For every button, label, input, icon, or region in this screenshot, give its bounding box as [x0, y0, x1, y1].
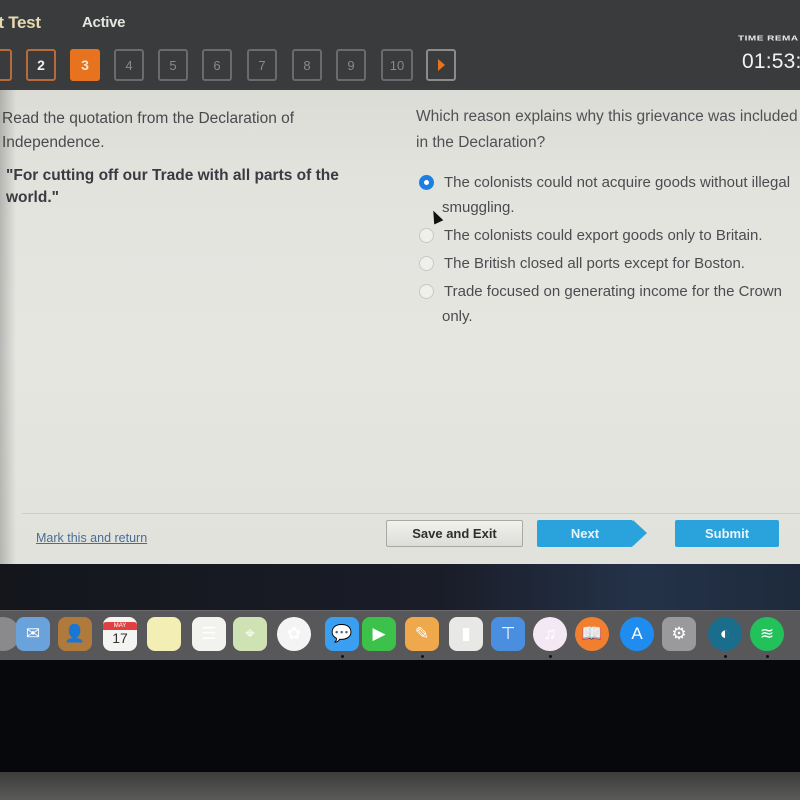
dock-glyph: ☰ [201, 624, 217, 643]
dock-glyph: 📖 [581, 624, 603, 643]
radio-selected-icon[interactable] [419, 175, 434, 190]
dock-glyph: ✿ [286, 624, 302, 643]
mark-and-return-link[interactable]: Mark this and return [36, 531, 147, 545]
dock-glyph: ⚙ [671, 624, 687, 643]
calendar-icon[interactable]: MAY 17 [103, 617, 137, 651]
question-prompt: Which reason explains why this grievance… [416, 108, 798, 151]
contacts-icon[interactable]: 👤 [58, 617, 92, 651]
next-question-nav-button[interactable] [426, 49, 456, 81]
question-column: Which reason explains why this grievance… [416, 104, 800, 332]
time-remaining-value: 01:53: [742, 50, 800, 73]
itunes-icon[interactable]: ♫ [533, 617, 567, 651]
radio-unselected-icon[interactable] [419, 256, 434, 271]
question-nav-1[interactable] [0, 49, 12, 81]
pages-icon[interactable]: ✎ [405, 617, 439, 651]
dock-glyph: ⌖ [245, 624, 255, 643]
question-nav-7[interactable]: 7 [247, 49, 277, 81]
running-indicator [766, 655, 769, 658]
screen-bottom-area [0, 660, 800, 772]
running-indicator [724, 655, 727, 658]
laptop-bezel [0, 772, 800, 800]
radio-unselected-icon[interactable] [419, 284, 434, 299]
question-nav-10[interactable]: 10 [381, 49, 413, 81]
app-store-icon[interactable]: A [620, 617, 654, 651]
spotify-icon[interactable]: ≋ [750, 617, 784, 651]
question-nav-4[interactable]: 4 [114, 49, 144, 81]
maps-icon[interactable]: ⌖ [233, 617, 267, 651]
facetime-icon[interactable]: ▶ [362, 617, 396, 651]
running-indicator [421, 655, 424, 658]
dock-glyph: ⊤ [500, 624, 516, 643]
dock-glyph: ▶ [372, 624, 386, 643]
dock: ✉ 👤 MAY 17 ☰ ⌖ ✿ 💬 ▶ ✎ ▮ ⊤ ♫ 📖 A ⚙ ◐ ≋ [0, 610, 800, 660]
radio-unselected-icon[interactable] [419, 228, 434, 243]
passage-column: Read the quotation from the Declaration … [2, 107, 362, 209]
notes-icon[interactable] [147, 617, 181, 651]
dock-glyph: ≋ [759, 624, 775, 643]
running-indicator [341, 655, 344, 658]
question-nav-2[interactable]: 2 [26, 49, 56, 81]
answer-option-4[interactable]: Trade focused on generating income for t… [416, 279, 800, 329]
question-panel: Read the quotation from the Declaration … [0, 90, 800, 564]
answer-option-text: Trade focused on generating income for t… [444, 283, 782, 300]
save-and-exit-button[interactable]: Save and Exit [386, 520, 523, 547]
answer-options: The colonists could not acquire goods wi… [416, 170, 800, 329]
play-triangle-icon [437, 59, 445, 71]
time-remaining-label: TIME REMA [738, 35, 799, 43]
answer-option-2[interactable]: The colonists could export goods only to… [416, 223, 800, 248]
dock-glyph: ✎ [414, 624, 430, 643]
dock-glyph: ◐ [719, 624, 731, 643]
calendar-month: MAY [103, 622, 137, 630]
dock-glyph: 💬 [331, 624, 353, 643]
question-nav-3[interactable]: 3 [70, 49, 100, 81]
answer-option-text-cont: only. [442, 308, 473, 325]
passage-instruction: Read the quotation from the Declaration … [2, 110, 295, 151]
desktop-background [0, 564, 800, 610]
test-header: it Test Active 23456789 10 TIME REMA 01:5… [0, 0, 800, 90]
submit-button[interactable]: Submit [675, 520, 779, 547]
keynote-icon[interactable]: ⊤ [491, 617, 525, 651]
answer-option-text: The British closed all ports except for … [444, 255, 745, 272]
running-indicator [549, 655, 552, 658]
screen-edge-shadow [0, 90, 16, 564]
question-nav-8[interactable]: 8 [292, 49, 322, 81]
system-preferences-icon[interactable]: ⚙ [662, 617, 696, 651]
next-button-arrow-tip[interactable] [633, 520, 647, 546]
answer-option-3[interactable]: The British closed all ports except for … [416, 251, 800, 276]
question-nav-9[interactable]: 9 [336, 49, 366, 81]
answer-option-text-cont: smuggling. [442, 199, 515, 216]
messages-icon[interactable]: 💬 [325, 617, 359, 651]
passage-quote: "For cutting off our Trade with all part… [6, 167, 339, 206]
test-title: it Test [0, 13, 41, 32]
numbers-icon[interactable]: ▮ [449, 617, 483, 651]
next-button[interactable]: Next [537, 520, 633, 547]
question-nav-5[interactable]: 5 [158, 49, 188, 81]
answer-option-text: The colonists could not acquire goods wi… [444, 174, 791, 191]
footer-divider [22, 513, 800, 514]
test-status: Active [82, 14, 126, 31]
reminders-icon[interactable]: ☰ [192, 617, 226, 651]
mail-icon[interactable]: ✉ [16, 617, 50, 651]
dock-glyph: ♫ [543, 624, 557, 643]
webex-icon[interactable]: ◐ [708, 617, 742, 651]
calendar-day: 17 [112, 630, 128, 646]
answer-option-text: The colonists could export goods only to… [444, 227, 763, 244]
photos-icon[interactable]: ✿ [277, 617, 311, 651]
dock-glyph: 👤 [64, 624, 86, 643]
dock-glyph: ▮ [461, 624, 471, 643]
question-nav-6[interactable]: 6 [202, 49, 232, 81]
answer-option-1[interactable]: The colonists could not acquire goods wi… [416, 170, 800, 220]
ibooks-icon[interactable]: 📖 [575, 617, 609, 651]
dock-glyph: A [631, 624, 643, 643]
dock-glyph: ✉ [25, 624, 41, 643]
